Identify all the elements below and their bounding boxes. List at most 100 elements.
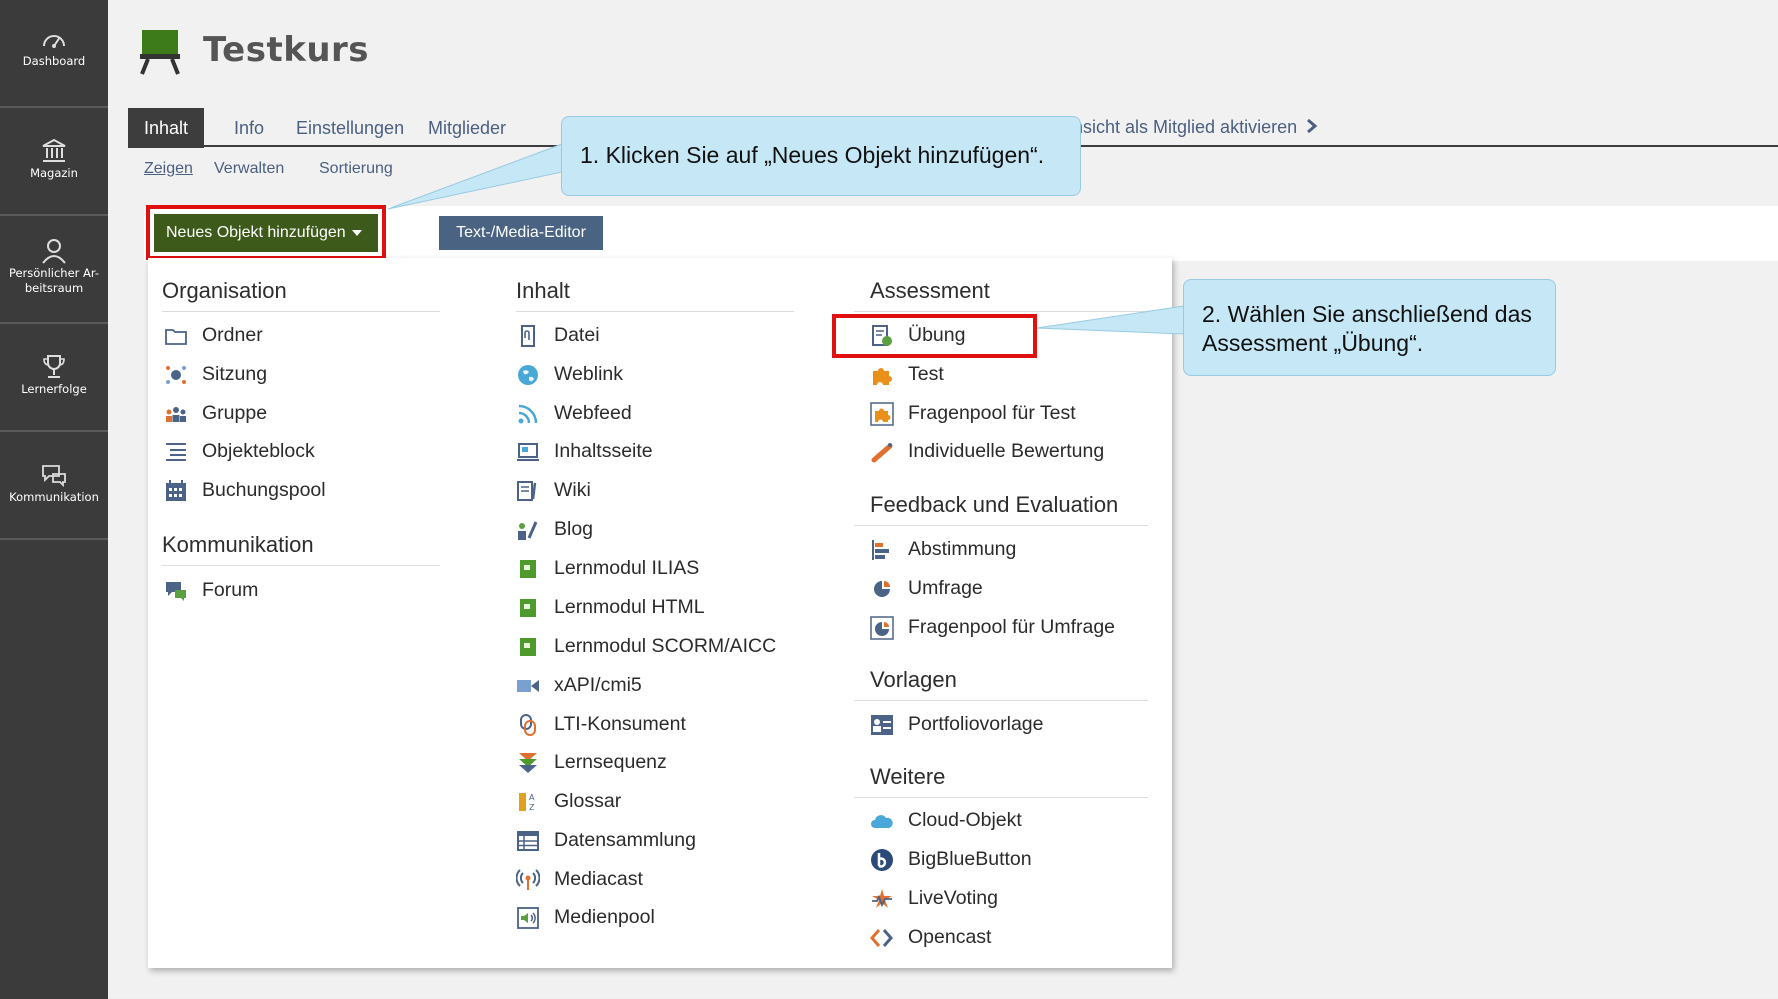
group-title-vorlagen: Vorlagen — [870, 667, 957, 692]
puzzle-icon — [873, 368, 892, 385]
blog-icon — [518, 521, 538, 540]
menu-item-mediacast[interactable]: Mediacast — [500, 863, 790, 897]
menu-item-glossar[interactable]: AZ Glossar — [500, 785, 790, 819]
sidebar-item-dashboard[interactable]: Dashboard — [0, 0, 108, 108]
divider — [854, 700, 1148, 701]
page-title: Testkurs — [203, 30, 370, 70]
sequence-icon — [519, 753, 537, 773]
menu-item-inhaltsseite[interactable]: Inhaltsseite — [500, 435, 790, 469]
menu-item-individuelle-bewertung[interactable]: Individuelle Bewertung — [854, 435, 1144, 469]
menu-item-test[interactable]: Test — [854, 358, 1144, 392]
menu-item-lti[interactable]: LTI-Konsument — [500, 708, 790, 742]
menu-item-xapi[interactable]: xAPI/cmi5 — [500, 669, 790, 703]
menu-item-lernmodul-ilias[interactable]: Lernmodul ILIAS — [500, 552, 790, 586]
menu-item-abstimmung[interactable]: Abstimmung — [854, 533, 1144, 567]
chat-icon — [42, 465, 66, 488]
lti-icon — [520, 714, 536, 736]
group-title-kommunikation: Kommunikation — [162, 532, 314, 557]
sidebar-item-label: Magazin — [30, 166, 78, 180]
menu-item-blog[interactable]: Blog — [500, 513, 790, 547]
livevoting-icon — [872, 889, 892, 908]
sidebar-item-kommunikation[interactable]: Kommunikation — [0, 432, 108, 540]
menu-item-fragenpool-umfrage[interactable]: Fragenpool für Umfrage — [854, 611, 1144, 645]
subtab-sortierung[interactable]: Sortierung — [319, 160, 393, 178]
menu-item-umfrage[interactable]: Umfrage — [854, 572, 1144, 606]
tab-info[interactable]: Info — [218, 108, 280, 148]
menu-item-lernmodul-scorm[interactable]: Lernmodul SCORM/AICC — [500, 630, 790, 664]
menu-item-wiki[interactable]: Wiki — [500, 474, 790, 508]
menu-item-datensammlung[interactable]: Datensammlung — [500, 824, 790, 858]
menu-item-objekteblock[interactable]: Objekteblock — [148, 435, 438, 469]
calendar-icon — [166, 480, 186, 501]
chevron-right-icon — [1307, 118, 1318, 134]
tab-einstellungen[interactable]: Einstellungen — [280, 108, 420, 148]
menu-item-ordner[interactable]: Ordner — [148, 319, 438, 353]
menu-item-forum[interactable]: Forum — [148, 574, 438, 608]
media-pool-icon — [517, 907, 539, 929]
divider — [162, 311, 440, 312]
sidebar-item-magazin[interactable]: Magazin — [0, 108, 108, 216]
question-pool-survey-icon — [870, 616, 894, 640]
sidebar-item-lernerfolge[interactable]: Lernerfolge — [0, 324, 108, 432]
sidebar-item-label: Kommunikation — [9, 490, 99, 504]
forum-icon — [166, 582, 186, 601]
divider — [854, 525, 1148, 526]
divider — [854, 797, 1148, 798]
group-title-organisation: Organisation — [162, 278, 287, 303]
file-icon — [521, 325, 535, 347]
bigbluebutton-icon — [871, 849, 893, 871]
highlight-uebung — [832, 314, 1037, 358]
member-view-label: nsicht als Mitglied aktivieren — [1073, 117, 1298, 137]
divider — [516, 311, 794, 312]
toolbar: Neues Objekt hinzufügen Text-/Media-Edit… — [144, 206, 1778, 261]
menu-item-fragenpool-test[interactable]: Fragenpool für Test — [854, 397, 1144, 431]
survey-icon — [874, 581, 890, 597]
learning-module-icon — [520, 599, 536, 617]
cloud-icon — [871, 815, 893, 828]
menu-item-buchungspool[interactable]: Buchungspool — [148, 474, 438, 508]
glossary-icon: AZ — [519, 793, 535, 812]
sidebar-item-label: Lernerfolge — [21, 382, 87, 396]
menu-item-medienpool[interactable]: Medienpool — [500, 901, 790, 935]
tab-inhalt[interactable]: Inhalt — [128, 108, 205, 148]
menu-item-opencast[interactable]: Opencast — [854, 921, 1144, 955]
menu-item-datei[interactable]: Datei — [500, 319, 790, 353]
dashboard-icon — [43, 35, 65, 48]
menu-item-sitzung[interactable]: Sitzung — [148, 358, 438, 392]
subtab-verwalten[interactable]: Verwalten — [214, 160, 284, 178]
member-view-link[interactable]: nsicht als Mitglied aktivieren — [1073, 117, 1319, 138]
menu-item-lernsequenz[interactable]: Lernsequenz — [500, 746, 790, 780]
subtab-zeigen[interactable]: Zeigen — [144, 160, 193, 178]
group-title-inhalt: Inhalt — [516, 278, 570, 303]
highlight-add-button — [146, 205, 386, 260]
table-icon — [517, 831, 539, 851]
tab-mitglieder[interactable]: Mitglieder — [412, 108, 522, 148]
callout-step-2: 2. Wählen Sie anschließend das Assessmen… — [1183, 279, 1556, 376]
callout-step-1: 1. Klicken Sie auf „Neues Objekt hinzufü… — [561, 116, 1081, 196]
wiki-icon — [517, 481, 537, 501]
group-title-weitere: Weitere — [870, 764, 946, 789]
list-block-icon — [166, 443, 186, 461]
sidebar-item-label: Persönlicher Ar-beitsraum — [8, 266, 100, 295]
menu-item-portfoliovorlage[interactable]: Portfoliovorlage — [854, 708, 1144, 742]
add-object-dropdown: Organisation Ordner Sitzung Gruppe Objek… — [148, 258, 1172, 968]
broadcast-icon — [516, 869, 540, 890]
text-media-editor-button[interactable]: Text-/Media-Editor — [439, 216, 603, 250]
poll-icon — [872, 540, 889, 560]
rss-icon — [518, 404, 538, 424]
sidebar-item-arbeitsraum[interactable]: Persönlicher Ar-beitsraum — [0, 216, 108, 324]
divider — [854, 311, 1148, 312]
menu-item-bigbluebutton[interactable]: BigBlueButton — [854, 843, 1144, 877]
menu-item-cloud-objekt[interactable]: Cloud-Objekt — [854, 804, 1144, 838]
menu-item-livevoting[interactable]: LiveVoting — [854, 882, 1144, 916]
svg-text:A: A — [529, 793, 535, 802]
menu-item-weblink[interactable]: Weblink — [500, 358, 790, 392]
menu-item-gruppe[interactable]: Gruppe — [148, 397, 438, 431]
portfolio-template-icon — [871, 715, 893, 735]
divider — [162, 565, 440, 566]
sidebar-item-label: Dashboard — [22, 54, 86, 68]
course-blackboard-icon — [140, 30, 180, 75]
menu-item-webfeed[interactable]: Webfeed — [500, 397, 790, 431]
menu-item-lernmodul-html[interactable]: Lernmodul HTML — [500, 591, 790, 625]
opencast-icon — [870, 929, 893, 947]
